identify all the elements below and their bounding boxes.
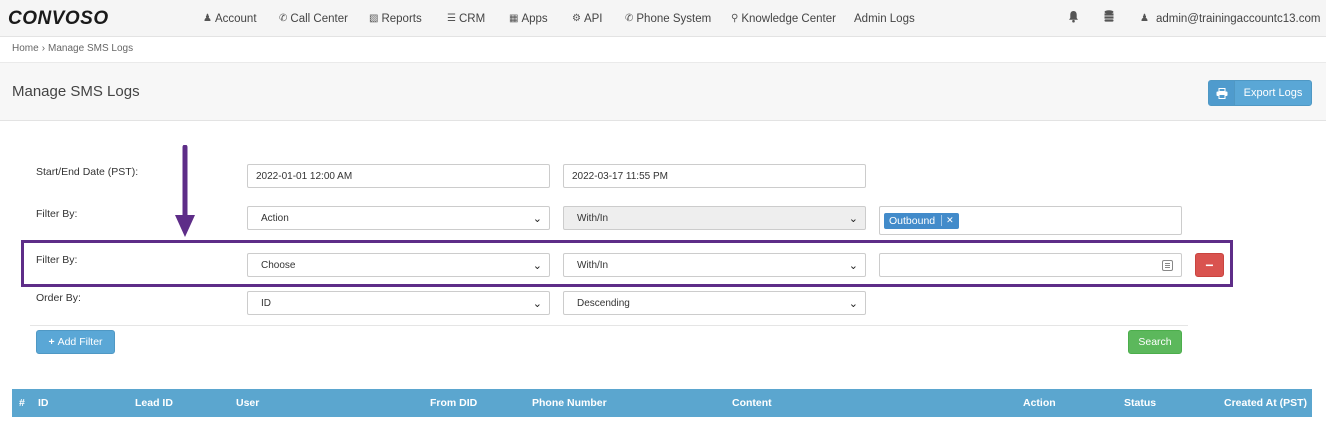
- column-header[interactable]: Lead ID: [135, 397, 173, 409]
- grid-icon: ▦: [509, 13, 519, 24]
- nav-item-label: Call Center: [290, 12, 348, 25]
- column-header[interactable]: Content: [732, 397, 772, 409]
- chevron-down-icon: ⌄: [848, 213, 858, 225]
- list-icon: ☰: [447, 13, 456, 24]
- select-value: Choose: [261, 259, 296, 271]
- column-header[interactable]: Action: [1023, 397, 1056, 409]
- nav-item-knowledge-center[interactable]: ⚲ Knowledge Center: [731, 0, 836, 37]
- down-arrow-annotation: [175, 145, 195, 237]
- page-title: Manage SMS Logs: [12, 83, 140, 100]
- database-icon[interactable]: [1104, 10, 1114, 23]
- user-email: admin@trainingaccountc13.com: [1155, 12, 1321, 25]
- column-header[interactable]: From DID: [430, 397, 477, 409]
- tag-label: Outbound: [889, 214, 936, 227]
- minus-icon: −: [1205, 257, 1214, 273]
- nav-item-label: Knowledge Center: [741, 12, 836, 25]
- breadcrumb-current: Manage SMS Logs: [48, 43, 134, 54]
- order-by-label: Order By:: [36, 292, 81, 304]
- column-header[interactable]: User: [236, 397, 259, 409]
- order-direction-select[interactable]: Descending ⌄: [563, 291, 866, 315]
- end-date-input[interactable]: 2022-03-17 11:55 PM: [563, 164, 866, 188]
- top-navbar: CONVOSO ♟ Account ✆ Call Center ▧ Report…: [0, 0, 1326, 37]
- lightbulb-icon: ⚲: [731, 13, 739, 24]
- select-value: With/In: [577, 212, 609, 224]
- printer-icon: [1209, 81, 1235, 105]
- nav-item-account[interactable]: ♟ Account: [203, 0, 257, 37]
- remove-filter-button[interactable]: −: [1195, 253, 1224, 277]
- tag-chip: Outbound ✕: [884, 212, 959, 229]
- filter-1-field-select[interactable]: Action ⌄: [247, 206, 550, 230]
- column-header[interactable]: Phone Number: [532, 397, 607, 409]
- select-value: Action: [261, 212, 289, 224]
- column-header[interactable]: Created At (PST): [1224, 397, 1307, 409]
- nav-item-label: Admin Logs: [854, 12, 915, 25]
- nav-item-label: Account: [214, 12, 257, 25]
- filter-1-operator-select[interactable]: With/In ⌄: [563, 206, 866, 230]
- add-filter-button[interactable]: + Add Filter: [36, 330, 115, 354]
- column-header[interactable]: ID: [38, 397, 49, 409]
- user-menu[interactable]: ♟ admin@trainingaccountc13.com: [1140, 0, 1320, 37]
- filter-2-label: Filter By:: [36, 254, 78, 266]
- search-button[interactable]: Search: [1128, 330, 1182, 354]
- phone-icon: ✆: [625, 13, 634, 24]
- table-header: # ID Lead ID User From DID Phone Number …: [12, 389, 1312, 417]
- bar-chart-icon: ▧: [369, 13, 379, 24]
- plus-icon: +: [48, 336, 55, 348]
- bell-icon[interactable]: [1068, 10, 1079, 23]
- nav-item-label: CRM: [458, 12, 486, 25]
- chevron-down-icon: ⌄: [532, 213, 542, 225]
- chevron-down-icon: ⌄: [848, 260, 858, 272]
- column-header[interactable]: #: [19, 397, 25, 409]
- nav-item-label: Phone System: [636, 12, 712, 25]
- filter-1-values-input[interactable]: Outbound ✕: [879, 206, 1182, 235]
- contact-card-icon: [1162, 260, 1173, 271]
- nav-item-crm[interactable]: ☰ CRM: [447, 0, 485, 37]
- nav-item-api[interactable]: ⚙ API: [572, 0, 603, 37]
- nav-item-label: API: [583, 12, 603, 25]
- breadcrumb-separator: ›: [41, 43, 46, 54]
- export-logs-label: Export Logs: [1243, 87, 1303, 99]
- chevron-down-icon: ⌄: [532, 298, 542, 310]
- filter-1-label: Filter By:: [36, 208, 78, 220]
- user-icon: ♟: [203, 13, 212, 24]
- nav-item-label: Apps: [521, 12, 548, 25]
- user-icon: ♟: [1140, 13, 1149, 24]
- gear-icon: ⚙: [572, 13, 581, 24]
- nav-item-call-center[interactable]: ✆ Call Center: [279, 0, 348, 37]
- select-value: ID: [261, 297, 271, 309]
- phone-icon: ✆: [279, 13, 288, 24]
- select-value: Descending: [577, 297, 630, 309]
- column-header[interactable]: Status: [1124, 397, 1156, 409]
- nav-item-label: Reports: [381, 12, 422, 25]
- date-range-label: Start/End Date (PST):: [36, 166, 139, 178]
- close-icon[interactable]: ✕: [941, 215, 954, 226]
- brand-logo[interactable]: CONVOSO: [8, 8, 109, 30]
- export-logs-button[interactable]: Export Logs: [1208, 80, 1312, 106]
- start-date-input[interactable]: 2022-01-01 12:00 AM: [247, 164, 550, 188]
- breadcrumb: Home › Manage SMS Logs: [12, 43, 133, 54]
- nav-item-reports[interactable]: ▧ Reports: [369, 0, 422, 37]
- breadcrumb-home[interactable]: Home: [12, 43, 39, 54]
- chevron-down-icon: ⌄: [848, 298, 858, 310]
- chevron-down-icon: ⌄: [532, 260, 542, 272]
- select-value: With/In: [577, 259, 609, 271]
- nav-item-apps[interactable]: ▦ Apps: [509, 0, 548, 37]
- add-filter-label: Add Filter: [57, 336, 103, 348]
- filter-2-value-input[interactable]: [879, 253, 1182, 277]
- filter-2-field-select[interactable]: Choose ⌄: [247, 253, 550, 277]
- order-field-select[interactable]: ID ⌄: [247, 291, 550, 315]
- page-header: Manage SMS Logs Export Logs: [0, 62, 1326, 121]
- nav-item-phone-system[interactable]: ✆ Phone System: [625, 0, 711, 37]
- nav-item-admin-logs[interactable]: Admin Logs: [854, 0, 915, 37]
- filter-2-operator-select[interactable]: With/In ⌄: [563, 253, 866, 277]
- divider: [30, 325, 1188, 326]
